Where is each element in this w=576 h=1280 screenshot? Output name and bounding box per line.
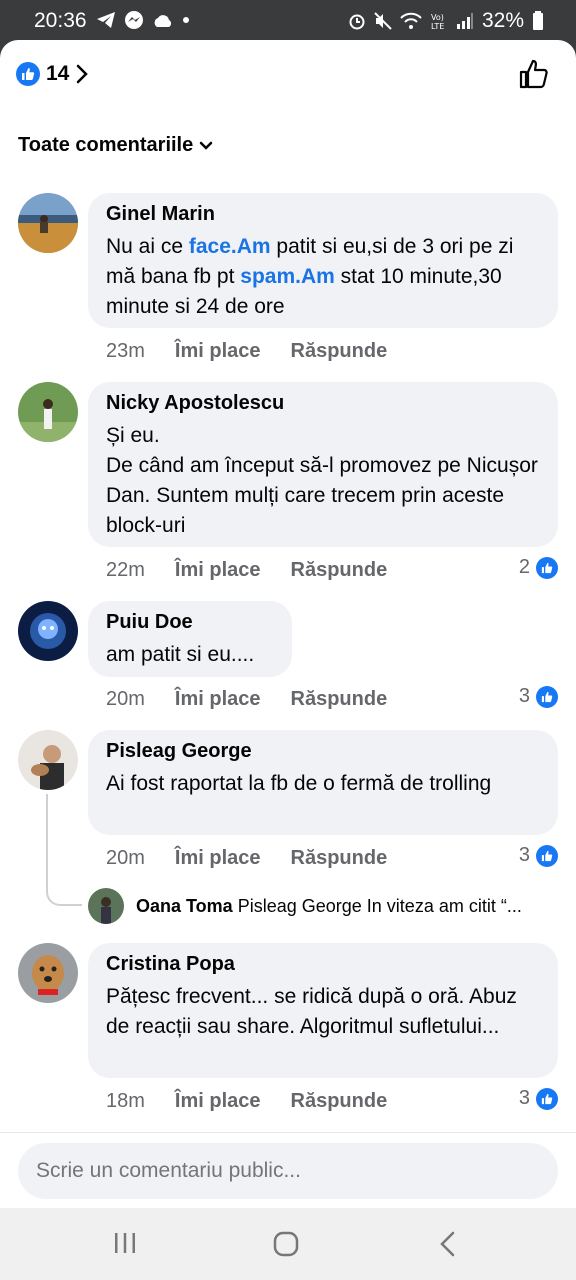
volte-icon: Vo)LTE [431, 13, 444, 31]
comment-time: 20m [106, 847, 145, 869]
reply-author: Oana Toma [136, 895, 233, 916]
status-bar: 20:36 Vo) LTE 32% [0, 0, 576, 40]
like-reaction-icon [16, 62, 40, 86]
battery-icon [533, 11, 543, 30]
like-action[interactable]: Îmi place [175, 340, 261, 363]
comment-time: 18m [106, 1090, 145, 1112]
like-button-icon[interactable] [518, 58, 550, 90]
like-action[interactable]: Îmi place [175, 1090, 261, 1113]
comment-composer [0, 1132, 576, 1208]
comment-time: 23m [106, 340, 145, 362]
avatar[interactable] [18, 601, 78, 661]
battery-percent: 32% [481, 9, 524, 32]
chevron-right-icon [77, 64, 89, 84]
avatar[interactable] [18, 943, 78, 1003]
chevron-down-icon [199, 141, 213, 150]
comment-time: 20m [106, 688, 145, 710]
status-time: 20:36 [34, 9, 87, 32]
avatar[interactable] [18, 382, 78, 442]
comment-text: am patit si eu.... [106, 643, 255, 666]
mute-icon [374, 12, 392, 30]
svg-text:LTE: LTE [431, 22, 444, 31]
filter-label: Toate comentariile [18, 134, 194, 156]
like-reaction-icon [536, 1087, 558, 1110]
avatar[interactable] [18, 730, 78, 790]
signal-icon [456, 13, 473, 29]
avatar[interactable] [18, 193, 78, 253]
reply-action[interactable]: Răspunde [291, 340, 388, 363]
comment-author[interactable]: Puiu Doe [106, 611, 274, 634]
comment-text: Și eu. De când am început să-l promovez … [106, 424, 538, 537]
comment-text: Nu ai ce face.Am patit si eu,si de 3 ori… [106, 235, 514, 318]
reaction-count: 14 [46, 62, 70, 85]
like-action[interactable]: Îmi place [175, 847, 261, 870]
like-reaction-icon [536, 844, 558, 867]
comment-bubble: Nicky Apostolescu Și eu. De când am înce… [88, 382, 558, 547]
likes-count: 3 [518, 844, 530, 866]
messenger-icon [125, 11, 143, 29]
like-reaction-icon [536, 685, 558, 708]
reply-text: Pisleag George In viteza am citit “... [237, 895, 522, 916]
hashtag-link[interactable]: face.Am [189, 235, 271, 258]
like-action[interactable]: Îmi place [175, 688, 261, 711]
like-action[interactable]: Îmi place [175, 559, 261, 582]
thread-connector [46, 794, 82, 906]
back-icon[interactable] [436, 1230, 460, 1258]
reply-action[interactable]: Răspunde [291, 1090, 388, 1113]
alarm-icon [349, 14, 365, 30]
comment-author[interactable]: Pisleag George [106, 740, 540, 763]
comment-bubble: Pisleag George Ai fost raportat la fb de… [88, 730, 558, 835]
comment-bubble: Cristina Popa Pățesc frecvent... se ridi… [88, 943, 558, 1078]
recent-apps-icon[interactable] [112, 1230, 138, 1256]
likes-count: 2 [518, 556, 530, 578]
svg-text:Vo): Vo) [431, 13, 444, 22]
reaction-summary[interactable]: 14 [16, 62, 89, 86]
like-reaction-icon [536, 556, 558, 579]
comment-text: Pățesc frecvent... se ridică după o oră.… [106, 985, 517, 1038]
likes-count: 3 [518, 1087, 530, 1109]
dot-icon [183, 17, 189, 23]
comment-author[interactable]: Nicky Apostolescu [106, 392, 540, 415]
reaction-count-badge[interactable]: 3 [519, 685, 558, 708]
reply-preview[interactable]: Oana Toma Pisleag George In viteza am ci… [88, 888, 558, 924]
wifi-icon [400, 12, 422, 29]
comment-time: 22m [106, 559, 145, 581]
comment-author[interactable]: Ginel Marin [106, 203, 540, 226]
comment-input[interactable] [18, 1143, 558, 1199]
reaction-count-badge[interactable]: 3 [519, 844, 558, 867]
comment-bubble: Puiu Doe am patit si eu.... [88, 601, 292, 677]
reply-action[interactable]: Răspunde [291, 688, 388, 711]
comment-author[interactable]: Cristina Popa [106, 953, 540, 976]
system-navigation-bar [0, 1208, 576, 1280]
home-icon[interactable] [272, 1230, 300, 1258]
comment-filter-dropdown[interactable]: Toate comentariile [18, 134, 213, 157]
reaction-count-badge[interactable]: 2 [519, 556, 558, 579]
reaction-count-badge[interactable]: 3 [519, 1087, 558, 1110]
comments-sheet: 14 Toate comentariile Ginel Marin Nu ai … [0, 40, 576, 1208]
reply-action[interactable]: Răspunde [291, 847, 388, 870]
telegram-icon [97, 12, 115, 28]
likes-count: 3 [518, 685, 530, 707]
comment-bubble: Ginel Marin Nu ai ce face.Am patit si eu… [88, 193, 558, 328]
avatar [88, 888, 124, 924]
comment-text: Ai fost raportat la fb de o fermă de tro… [106, 772, 492, 795]
cloud-icon [154, 15, 172, 27]
hashtag-link[interactable]: spam.Am [240, 265, 335, 288]
reply-action[interactable]: Răspunde [291, 559, 388, 582]
